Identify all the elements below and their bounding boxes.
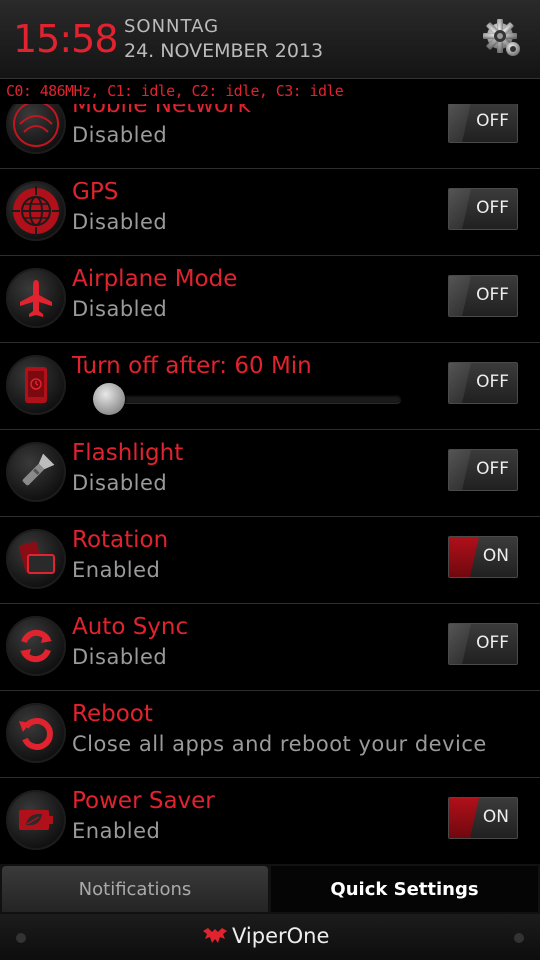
row-title: Airplane Mode bbox=[72, 266, 238, 292]
reboot-icon bbox=[19, 718, 53, 750]
tab-notifications[interactable]: Notifications bbox=[2, 866, 268, 912]
airplane-mode-toggle[interactable]: OFF bbox=[448, 275, 518, 317]
weekday-label: SONNTAG bbox=[124, 16, 220, 37]
screen-timeout-toggle[interactable]: OFF bbox=[448, 362, 518, 404]
row-subtitle: Close all apps and reboot your device bbox=[72, 732, 487, 756]
gps-globe-icon bbox=[11, 186, 61, 236]
flashlight-icon bbox=[22, 453, 55, 486]
toggle-label: OFF bbox=[476, 111, 509, 131]
tab-quick-settings[interactable]: Quick Settings bbox=[271, 866, 538, 912]
row-rotation[interactable]: Rotation Enabled ON bbox=[0, 517, 540, 604]
row-subtitle: Disabled bbox=[72, 471, 168, 495]
rotation-icon bbox=[19, 541, 55, 574]
right-dot bbox=[514, 933, 524, 943]
row-subtitle: Enabled bbox=[72, 558, 161, 582]
row-airplane-mode[interactable]: Airplane Mode Disabled OFF bbox=[0, 256, 540, 343]
toggle-label: OFF bbox=[476, 372, 509, 392]
mobile-network-icon bbox=[13, 104, 59, 147]
gps-toggle[interactable]: OFF bbox=[448, 188, 518, 230]
clock-time: 15:58 bbox=[13, 17, 119, 61]
flashlight-toggle[interactable]: OFF bbox=[448, 449, 518, 491]
footer-handle[interactable]: ViperOne bbox=[0, 914, 540, 960]
sync-icon bbox=[20, 629, 52, 663]
toggle-label: OFF bbox=[476, 198, 509, 218]
mobile-network-toggle[interactable]: OFF bbox=[448, 104, 518, 143]
row-title: Auto Sync bbox=[72, 614, 189, 640]
toggle-label: OFF bbox=[476, 459, 509, 479]
row-title: GPS bbox=[72, 179, 119, 205]
row-title: Mobile Network bbox=[72, 104, 251, 118]
quick-settings-list[interactable]: Mobile Network Disabled OFF GPS Disabled… bbox=[0, 104, 540, 862]
row-title: Reboot bbox=[72, 701, 153, 727]
brand-name: ViperOne bbox=[232, 924, 330, 948]
row-subtitle: Enabled bbox=[72, 819, 161, 843]
toggle-label: ON bbox=[482, 807, 509, 827]
timeout-slider-thumb[interactable] bbox=[93, 383, 125, 415]
row-flashlight[interactable]: Flashlight Disabled OFF bbox=[0, 430, 540, 517]
viper-logo-icon bbox=[203, 928, 227, 943]
row-mobile-network[interactable]: Mobile Network Disabled OFF bbox=[0, 104, 540, 169]
screen-timeout-icon bbox=[25, 367, 47, 403]
row-title: Turn off after: 60 Min bbox=[72, 353, 312, 379]
toggle-label: OFF bbox=[476, 285, 509, 305]
gear-icon bbox=[483, 19, 520, 56]
row-reboot[interactable]: Reboot Close all apps and reboot your de… bbox=[0, 691, 540, 778]
row-screen-timeout[interactable]: Turn off after: 60 Min OFF bbox=[0, 343, 540, 430]
cpu-status: C0: 486MHz, C1: idle, C2: idle, C3: idle bbox=[6, 82, 344, 100]
date-label: 24. NOVEMBER 2013 bbox=[124, 40, 324, 62]
row-power-saver[interactable]: Power Saver Enabled ON bbox=[0, 778, 540, 862]
row-subtitle: Disabled bbox=[72, 297, 168, 321]
status-header: 15:58 SONNTAG 24. NOVEMBER 2013 bbox=[0, 0, 540, 79]
left-dot bbox=[16, 933, 26, 943]
bottom-tab-bar: Notifications Quick Settings bbox=[0, 864, 540, 914]
row-title: Rotation bbox=[72, 527, 169, 553]
toggle-label: ON bbox=[482, 546, 509, 566]
rotation-toggle[interactable]: ON bbox=[448, 536, 518, 578]
row-gps[interactable]: GPS Disabled OFF bbox=[0, 169, 540, 256]
row-title: Flashlight bbox=[72, 440, 184, 466]
auto-sync-toggle[interactable]: OFF bbox=[448, 623, 518, 665]
timeout-slider-track[interactable] bbox=[105, 395, 401, 403]
row-subtitle: Disabled bbox=[72, 645, 168, 669]
airplane-icon bbox=[20, 280, 52, 317]
row-subtitle: Disabled bbox=[72, 123, 168, 147]
row-title: Power Saver bbox=[72, 788, 215, 814]
power-saver-toggle[interactable]: ON bbox=[448, 797, 518, 839]
settings-gear-button[interactable] bbox=[480, 17, 524, 61]
toggle-label: OFF bbox=[476, 633, 509, 653]
battery-leaf-icon bbox=[19, 810, 53, 830]
row-subtitle: Disabled bbox=[72, 210, 168, 234]
row-auto-sync[interactable]: Auto Sync Disabled OFF bbox=[0, 604, 540, 691]
